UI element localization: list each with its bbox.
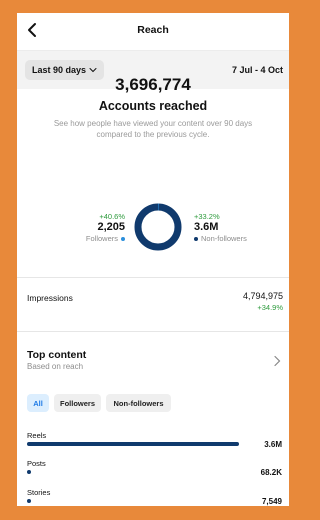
accounts-reached-label: Accounts reached bbox=[98, 99, 208, 113]
content-type-value: 3.6M bbox=[264, 440, 282, 449]
chevron-down-icon bbox=[89, 68, 97, 73]
filter-non-followers-tab[interactable]: Non-followers bbox=[106, 394, 171, 412]
followers-legend-dot bbox=[121, 236, 125, 241]
top-content-subtitle: Based on reach bbox=[27, 362, 84, 371]
followers-label: Followers bbox=[85, 234, 118, 243]
content-type-value: 68.2K bbox=[260, 468, 282, 477]
impressions-change: +34.9% bbox=[257, 303, 283, 312]
reach-screen: Reach Last 90 days 7 Jul - 4 Oct 3,696,7… bbox=[17, 13, 289, 506]
non-followers-label: Non-followers bbox=[201, 234, 247, 243]
chevron-right-icon[interactable] bbox=[272, 355, 282, 367]
non-followers-legend-dot bbox=[194, 236, 198, 241]
non-followers-stat: +33.2% 3.6M Non-followers bbox=[194, 212, 284, 243]
followers-change: +40.6% bbox=[99, 212, 125, 221]
content-type-value: 7,549 bbox=[261, 497, 282, 506]
date-range-text: 7 Jul - 4 Oct bbox=[231, 65, 283, 75]
date-range-label: Last 90 days bbox=[32, 65, 87, 75]
accounts-reached-value: 3,696,774 bbox=[115, 75, 191, 94]
followers-value: 2,205 bbox=[97, 221, 125, 233]
content-type-label: Reels bbox=[27, 431, 47, 440]
impressions-value: 4,794,975 bbox=[242, 291, 283, 301]
content-type-label: Stories bbox=[27, 488, 51, 497]
divider bbox=[17, 331, 289, 332]
filter-followers-tab[interactable]: Followers bbox=[54, 394, 101, 412]
content-type-bar bbox=[27, 442, 239, 446]
followers-stat: +40.6% 2,205 Followers bbox=[70, 212, 125, 243]
header: Reach bbox=[17, 13, 289, 51]
non-followers-change: +33.2% bbox=[194, 212, 220, 221]
impressions-label: Impressions bbox=[27, 293, 73, 303]
content-type-bar bbox=[27, 470, 32, 474]
audience-donut-chart bbox=[134, 203, 182, 251]
top-content-title[interactable]: Top content bbox=[27, 349, 86, 361]
content-type-label: Posts bbox=[27, 459, 46, 468]
page-title: Reach bbox=[137, 24, 169, 36]
accounts-reached-description: See how people have viewed your content … bbox=[53, 119, 253, 139]
filter-all-tab[interactable]: All bbox=[27, 394, 49, 412]
non-followers-value: 3.6M bbox=[194, 221, 219, 233]
divider bbox=[17, 277, 289, 278]
content-type-bar bbox=[27, 499, 31, 503]
